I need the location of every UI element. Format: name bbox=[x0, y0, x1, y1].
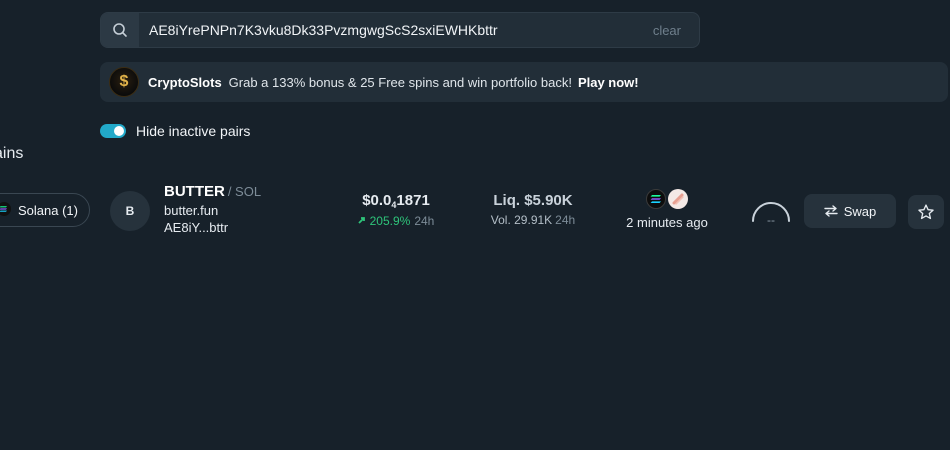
token-price: $0.041871 bbox=[362, 192, 430, 210]
change-percent: 205.9% bbox=[369, 214, 411, 228]
favorite-button[interactable] bbox=[908, 195, 944, 229]
liquidity-column: Liq. $5.90K Vol. 29.91K 24h bbox=[478, 192, 588, 227]
hide-inactive-row: Hide inactive pairs bbox=[100, 123, 250, 139]
toggle-knob bbox=[114, 126, 124, 136]
star-icon bbox=[918, 204, 934, 220]
launchpad-icon bbox=[668, 189, 688, 209]
promo-brand: CryptoSlots bbox=[148, 74, 222, 90]
volume-value: Vol. 29.91K bbox=[490, 213, 553, 227]
hide-inactive-toggle[interactable] bbox=[100, 124, 126, 138]
token-avatar: B bbox=[110, 191, 150, 231]
swap-label: Swap bbox=[843, 203, 877, 219]
chains-heading: ains bbox=[0, 145, 24, 162]
solana-icon bbox=[0, 201, 11, 219]
age-column: 2 minutes ago bbox=[612, 188, 722, 230]
clear-search-button[interactable]: clear bbox=[653, 23, 681, 38]
search-input[interactable] bbox=[139, 13, 653, 47]
solana-chain-icon bbox=[646, 189, 666, 209]
token-site: butter.fun bbox=[164, 203, 219, 218]
promo-banner[interactable]: $ CryptoSlots Grab a 133% bonus & 25 Fre… bbox=[100, 62, 948, 102]
chain-filter-solana[interactable]: Solana (1) bbox=[0, 193, 90, 227]
token-info[interactable]: BUTTER / SOL butter.fun AE8iY...bttr bbox=[164, 183, 261, 235]
price-column: $0.041871 205.9% 24h bbox=[352, 192, 440, 228]
hide-inactive-label: Hide inactive pairs bbox=[136, 123, 251, 139]
promo-text: Grab a 133% bonus & 25 Free spins and wi… bbox=[228, 74, 572, 90]
token-symbol: BUTTER bbox=[164, 183, 225, 200]
chain-pill-label: Solana (1) bbox=[18, 202, 78, 218]
cryptoslots-logo: $ bbox=[109, 67, 139, 97]
search-bar: clear bbox=[100, 12, 700, 48]
up-arrow-icon bbox=[357, 216, 366, 227]
token-pair: / SOL bbox=[227, 184, 262, 199]
change-period: 24h bbox=[414, 214, 435, 228]
pair-age: 2 minutes ago bbox=[626, 215, 708, 230]
swap-button[interactable]: Swap bbox=[804, 194, 896, 228]
promo-play-now-link[interactable]: Play now! bbox=[578, 75, 639, 90]
swap-arrows-icon bbox=[824, 205, 838, 217]
liquidity-value: Liq. $5.90K bbox=[493, 192, 573, 209]
search-icon[interactable] bbox=[101, 13, 139, 47]
token-address[interactable]: AE8iY...bttr bbox=[164, 220, 261, 235]
volume-row: Vol. 29.91K 24h bbox=[478, 213, 588, 227]
price-change: 205.9% 24h bbox=[352, 214, 440, 228]
score-value: -- bbox=[767, 213, 775, 227]
volume-period: 24h bbox=[555, 213, 576, 227]
